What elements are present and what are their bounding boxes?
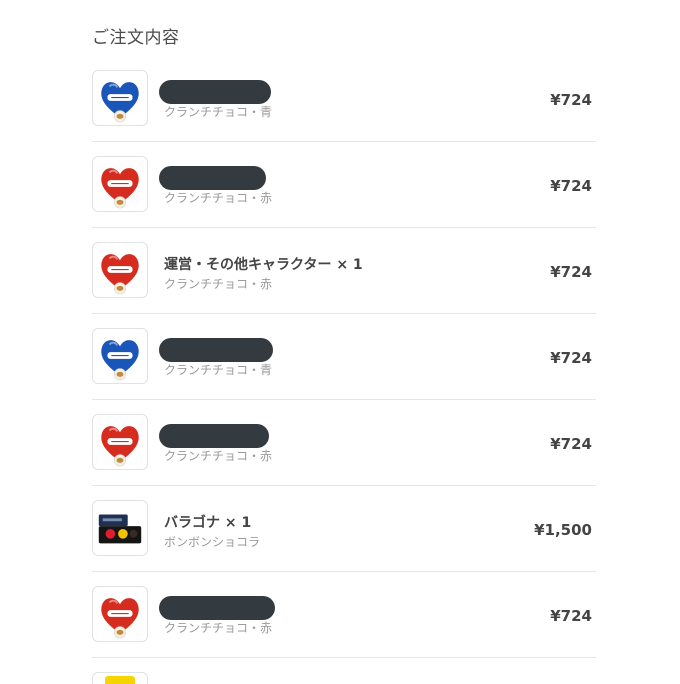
order-item[interactable]: クランチチョコ・赤 ¥724 <box>92 142 596 228</box>
red-heart-chocolate-icon <box>101 254 139 295</box>
product-thumbnail[interactable] <box>92 242 148 298</box>
product-thumbnail[interactable] <box>92 672 148 684</box>
order-item[interactable]: 運営・その他キャラクター × 1 クランチチョコ・赤 ¥724 <box>92 228 596 314</box>
order-item[interactable]: クランチチョコ・青 ¥724 <box>92 314 596 400</box>
item-price: ¥724 <box>550 177 592 195</box>
redacted-name <box>159 166 266 190</box>
yellow-product-icon <box>105 676 135 684</box>
item-name[interactable]: 運営・その他キャラクター × 1 <box>164 254 363 274</box>
red-heart-chocolate-icon <box>101 598 139 639</box>
product-thumbnail[interactable] <box>92 500 148 556</box>
red-heart-chocolate-icon <box>101 168 139 209</box>
item-name[interactable]: バラゴナ × 1 <box>164 512 251 532</box>
redacted-name <box>159 596 275 620</box>
item-variant: クランチチョコ・赤 <box>164 191 273 205</box>
product-thumbnail[interactable] <box>92 414 148 470</box>
order-item[interactable]: バラゴナ × 1 ボンボンショコラ ¥1,500 <box>92 486 596 572</box>
blue-heart-chocolate-icon <box>101 82 139 123</box>
blue-heart-chocolate-icon <box>101 340 139 381</box>
item-variant: クランチチョコ・赤 <box>164 277 273 291</box>
redacted-name <box>159 80 271 104</box>
order-item[interactable]: クランチチョコ・赤 ¥724 <box>92 400 596 486</box>
item-variant: ボンボンショコラ <box>164 535 261 549</box>
red-heart-chocolate-icon <box>101 426 139 467</box>
section-title: ご注文内容 <box>92 28 180 48</box>
product-thumbnail[interactable] <box>92 586 148 642</box>
item-price: ¥724 <box>550 607 592 625</box>
item-price: ¥1,500 <box>534 521 592 539</box>
item-price: ¥724 <box>550 435 592 453</box>
item-price: ¥724 <box>550 263 592 281</box>
item-price: ¥724 <box>550 349 592 367</box>
redacted-name <box>159 338 273 362</box>
order-list: クランチチョコ・青 ¥724 クランチチョコ・赤 ¥724 運営・その他キャラク… <box>92 56 596 658</box>
product-thumbnail[interactable] <box>92 156 148 212</box>
redacted-name <box>159 424 269 448</box>
item-price: ¥724 <box>550 91 592 109</box>
item-variant: クランチチョコ・青 <box>164 363 273 377</box>
order-item[interactable]: クランチチョコ・青 ¥724 <box>92 56 596 142</box>
item-variant: クランチチョコ・赤 <box>164 449 273 463</box>
item-variant: クランチチョコ・赤 <box>164 621 273 635</box>
order-item[interactable]: クランチチョコ・赤 ¥724 <box>92 572 596 658</box>
product-thumbnail[interactable] <box>92 328 148 384</box>
item-variant: クランチチョコ・青 <box>164 105 273 119</box>
product-thumbnail[interactable] <box>92 70 148 126</box>
bonbon-chocolate-box-icon <box>98 514 142 544</box>
